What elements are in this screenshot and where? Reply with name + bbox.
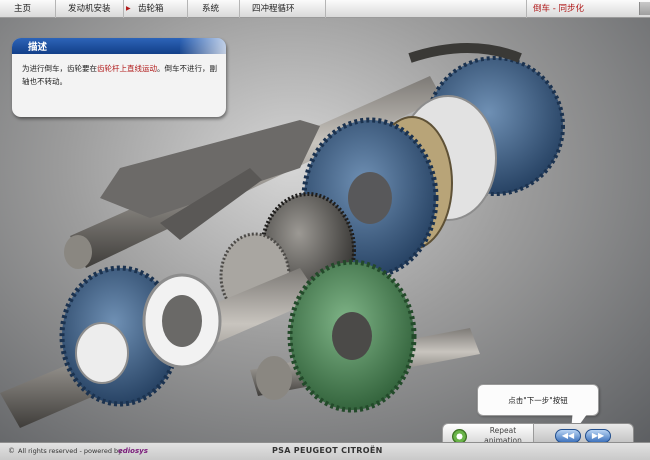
top-navigation: 主页 发动机安装 齿轮箱 系统 四冲程循环 倒车 - 同步化	[0, 0, 650, 18]
hint-text: 点击"下一步"按钮	[508, 396, 568, 405]
description-text-part1: 为进行倒车，齿轮要在	[22, 64, 97, 73]
nav-item-gearbox[interactable]: 齿轮箱	[124, 0, 188, 18]
bearing-ring-small	[75, 322, 129, 384]
hint-bubble: 点击"下一步"按钮	[477, 384, 599, 416]
reverse-shaft-end	[256, 356, 292, 400]
green-gear-hub	[332, 312, 372, 360]
copyright-icon: ©	[8, 447, 15, 455]
next-step-button[interactable]: ▶▶	[585, 429, 611, 443]
footer: © All rights reserved - powered by edios…	[0, 442, 650, 460]
selector-rod	[408, 43, 522, 63]
bearing-center	[162, 295, 202, 347]
description-highlight: 齿轮杆上直线运动	[97, 64, 157, 73]
upper-shaft-end	[64, 235, 92, 269]
previous-step-button[interactable]: ◀◀	[555, 429, 581, 443]
company-logo: PSA PEUGEOT CITROËN	[272, 446, 383, 455]
nav-item-system[interactable]: 系统	[188, 0, 240, 18]
current-section-title: 倒车 - 同步化	[526, 0, 650, 18]
description-title: 描述	[28, 42, 48, 53]
description-text: 为进行倒车，齿轮要在齿轮杆上直线运动。倒车不进行，副轴也不转动。	[12, 54, 226, 88]
nav-item-engine-installation[interactable]: 发动机安装	[56, 0, 124, 18]
blue-gear-hub	[348, 172, 392, 224]
copyright-text: All rights reserved - powered by	[18, 447, 122, 455]
nav-item-four-stroke-cycle[interactable]: 四冲程循环	[240, 0, 326, 18]
gearbox-animation-stage: 描述 为进行倒车，齿轮要在齿轮杆上直线运动。倒车不进行，副轴也不转动。 点击"下…	[0, 18, 650, 442]
next-arrow-icon: ▶▶	[591, 431, 605, 440]
description-header: 描述	[12, 38, 226, 54]
nav-item-home[interactable]: 主页	[0, 0, 56, 18]
description-panel: 描述 为进行倒车，齿轮要在齿轮杆上直线运动。倒车不进行，副轴也不转动。	[12, 38, 226, 117]
powered-by-logo[interactable]: ediosys	[118, 447, 148, 455]
previous-arrow-icon: ◀◀	[561, 431, 575, 440]
